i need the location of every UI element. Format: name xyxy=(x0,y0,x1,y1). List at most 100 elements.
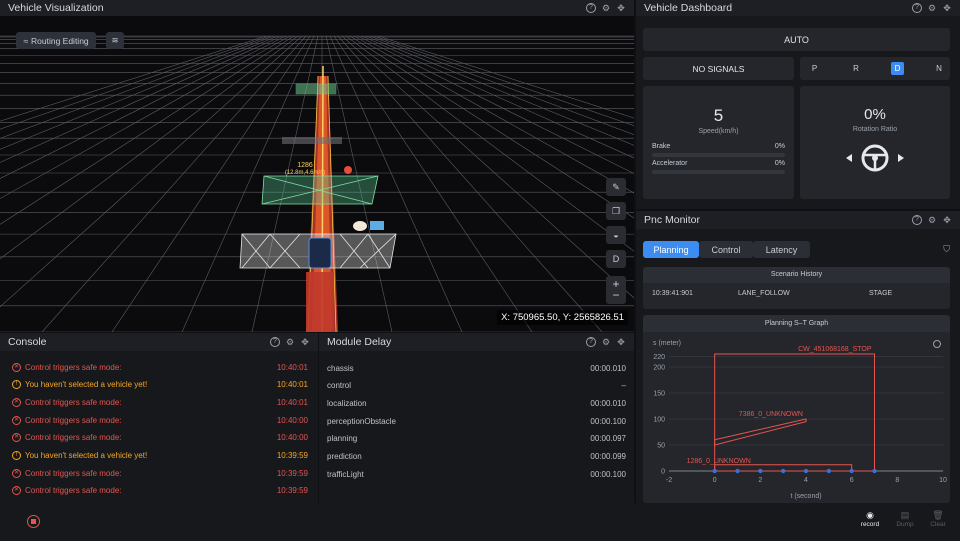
gear-icon[interactable]: ⚙ xyxy=(285,337,295,348)
gear-icon[interactable]: ⚙ xyxy=(601,337,611,348)
help-icon[interactable]: ? xyxy=(912,215,922,225)
module-delay-value: 00:00.010 xyxy=(590,363,626,373)
gear-icon[interactable]: ⚙ xyxy=(927,3,937,14)
stop-record-button[interactable] xyxy=(27,515,40,528)
move-icon[interactable]: ✥ xyxy=(942,3,952,14)
history-scenario: LANE_FOLLOW xyxy=(738,290,790,297)
console-message: Control triggers safe mode: xyxy=(25,415,122,425)
grid-line xyxy=(357,35,634,174)
help-icon[interactable]: ? xyxy=(912,3,922,13)
copy-icon: ❐ xyxy=(611,205,621,216)
move-icon[interactable]: ✥ xyxy=(616,337,626,348)
console-message: You haven't selected a vehicle yet! xyxy=(25,451,148,460)
trajectory-point xyxy=(780,468,786,474)
module-name: trafficLight xyxy=(327,469,364,479)
view-mode-button[interactable]: D xyxy=(606,250,626,268)
camera-view-button[interactable]: ◒ xyxy=(606,226,626,244)
ruler-icon: ✎ xyxy=(612,181,620,192)
stop-fence-far xyxy=(295,83,337,95)
record-icon: ◉ xyxy=(866,510,874,520)
help-icon[interactable]: ? xyxy=(586,337,596,347)
obstacle-label-1: 1286 xyxy=(297,162,313,169)
console-header: Console ? ⚙ ✥ xyxy=(0,333,318,351)
dump-label: Dump xyxy=(896,521,914,528)
clear-button[interactable]: 🗑 Clear xyxy=(923,510,953,528)
grid-line xyxy=(377,35,634,119)
help-icon[interactable]: ? xyxy=(586,3,596,13)
grid-line xyxy=(0,35,279,150)
ruler-button[interactable]: ✎ xyxy=(606,178,626,196)
gear-icon[interactable]: ⚙ xyxy=(601,3,611,14)
module-name: perceptionObstacle xyxy=(327,416,396,426)
copy-view-button[interactable]: ❐ xyxy=(606,202,626,220)
panel-title: Console xyxy=(8,336,47,348)
grid-line xyxy=(0,35,299,260)
console-row: ✕ Control triggers safe mode: 10:40:01 xyxy=(12,360,308,374)
grid-line xyxy=(0,35,291,199)
tab-control[interactable]: Control xyxy=(699,241,753,258)
module-delay-value: 00:00.010 xyxy=(590,398,626,408)
tab-latency[interactable]: Latency xyxy=(753,241,810,258)
grid-line xyxy=(0,35,267,122)
console-time: 10:40:01 xyxy=(276,397,308,407)
crosswalk-far xyxy=(282,137,342,144)
dump-button[interactable]: ▤ Dump xyxy=(890,510,920,528)
refresh-icon xyxy=(933,340,941,348)
warning-icon: ! xyxy=(12,451,21,460)
x-tick-label: 6 xyxy=(850,477,854,484)
st-graph: 050100150200220-2 0 2 4 6 8 10s (meter)t (seco… xyxy=(653,340,947,500)
console-row: ✕ Control triggers safe mode: 10:40:00 xyxy=(12,431,308,445)
zoom-control[interactable]: + − xyxy=(606,276,626,304)
delay-row: localization 00:00.010 xyxy=(327,396,626,410)
grid-line xyxy=(361,35,634,159)
filter-icon[interactable]: ⛉ xyxy=(943,244,950,255)
series-label: CW_451068168_STOP xyxy=(798,346,872,353)
y-tick-label: 220 xyxy=(653,354,665,361)
ego-vehicle xyxy=(308,237,332,269)
move-icon[interactable]: ✥ xyxy=(616,3,626,14)
3d-scene[interactable]: 1286 (12.8m,4.6m/s) ≈ Routing Editing ≋ ✎… xyxy=(0,16,634,332)
gear-d[interactable]: D xyxy=(891,62,904,75)
delay-row: prediction 00:00.099 xyxy=(327,450,626,464)
panel-title: Vehicle Visualization xyxy=(8,2,104,14)
layer-toggle-button[interactable]: ≋ xyxy=(106,32,124,49)
x-tick-label: 0 xyxy=(713,477,717,484)
driving-mode: AUTO xyxy=(643,28,950,51)
console-row: ✕ Control triggers safe mode: 10:39:59 xyxy=(12,466,308,480)
move-icon[interactable]: ✥ xyxy=(300,337,310,348)
routing-editing-button[interactable]: ≈ Routing Editing xyxy=(16,32,96,49)
delay-row: perceptionObstacle 00:00.100 xyxy=(327,414,626,428)
console-row: ! You haven't selected a vehicle yet! 10:3… xyxy=(12,449,308,463)
y-axis-label: s (meter) xyxy=(653,340,681,347)
gear-p[interactable]: P xyxy=(808,62,821,75)
trajectory-point xyxy=(803,468,809,474)
speed-value: 5 xyxy=(713,106,724,125)
console-message: Control triggers safe mode: xyxy=(25,486,122,496)
history-time: 10:39:41:901 xyxy=(652,290,693,297)
move-icon[interactable]: ✥ xyxy=(942,215,952,226)
record-button[interactable]: ◉ record xyxy=(855,510,885,528)
gear-r[interactable]: R xyxy=(850,62,863,75)
gear-icon[interactable]: ⚙ xyxy=(927,215,937,226)
x-tick-label: -2 xyxy=(666,477,672,484)
console-message: Control triggers safe mode: xyxy=(25,362,122,372)
layers-icon: ≋ xyxy=(111,35,119,45)
console-time: 10:40:01 xyxy=(276,380,308,390)
rotation-card: 0% Rotation Ratio xyxy=(800,86,950,199)
gear-n[interactable]: N xyxy=(933,62,946,75)
gear-selector: PRDN xyxy=(800,57,950,80)
module-delay-value: 00:00.097 xyxy=(590,434,626,444)
scene-canvas: 1286 (12.8m,4.6m/s) xyxy=(0,35,634,332)
trajectory-point xyxy=(712,468,717,474)
crosswalk-sign-icon xyxy=(370,221,384,230)
scenario-history: Scenario History 10:39:41:901 LANE_FOLLO… xyxy=(643,267,950,309)
zoom-out-icon[interactable]: − xyxy=(612,289,619,301)
console-row: ✕ Control triggers safe mode: 10:39:59 xyxy=(12,484,308,498)
brake-bar xyxy=(652,153,785,157)
grid-line xyxy=(0,35,295,225)
tab-planning[interactable]: Planning xyxy=(643,241,699,258)
console-message: Control triggers safe mode: xyxy=(25,468,122,478)
coordinate-readout: X: 750965.50, Y: 2565826.51 xyxy=(497,310,628,325)
help-icon[interactable]: ? xyxy=(270,337,280,347)
module-name: control xyxy=(327,381,352,391)
